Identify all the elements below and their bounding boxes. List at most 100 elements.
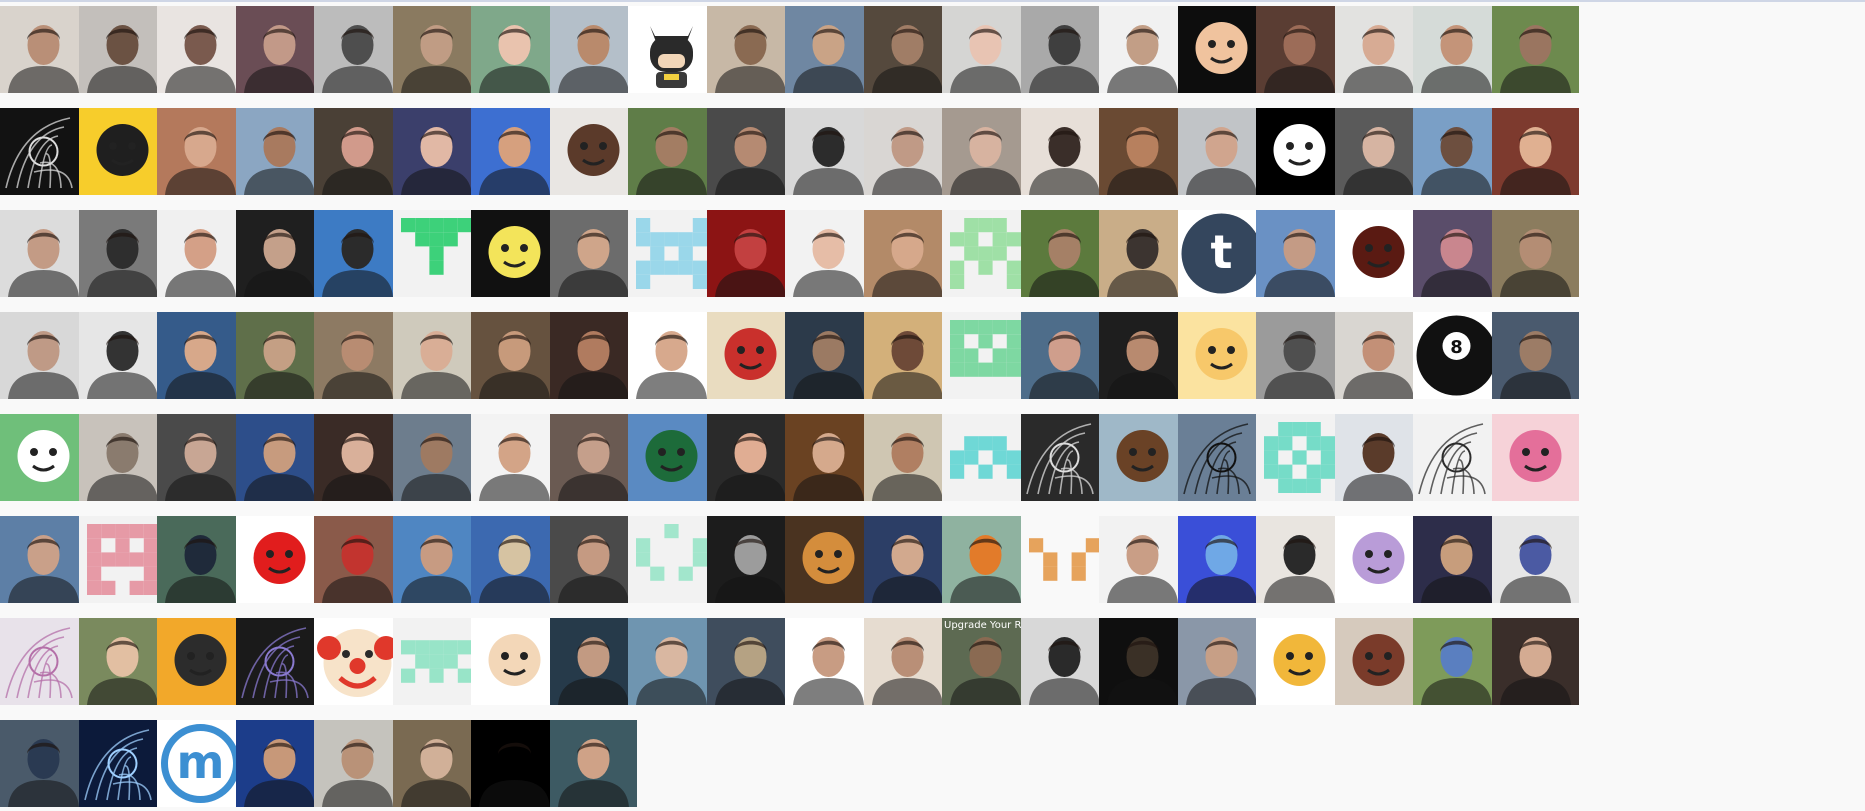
identicon-avatar[interactable] [79,516,166,603]
user-avatar[interactable] [1178,6,1265,93]
user-avatar[interactable] [1256,108,1343,195]
user-avatar[interactable] [1099,210,1186,297]
user-avatar[interactable] [1256,210,1343,297]
user-avatar[interactable] [79,618,166,705]
user-avatar[interactable] [1413,6,1500,93]
user-avatar[interactable] [707,414,794,501]
user-avatar[interactable] [236,6,323,93]
user-avatar[interactable] [864,312,951,399]
user-avatar[interactable] [157,312,244,399]
user-avatar[interactable] [0,6,87,93]
user-avatar[interactable] [1335,6,1422,93]
user-avatar[interactable] [707,516,794,603]
user-avatar[interactable] [707,210,794,297]
user-avatar[interactable] [864,108,951,195]
logo-avatar[interactable]: 8 [1413,312,1500,399]
identicon-avatar[interactable] [628,516,715,603]
user-avatar[interactable] [550,312,637,399]
user-avatar[interactable] [1256,312,1343,399]
user-avatar[interactable] [1178,108,1265,195]
user-avatar[interactable] [1335,618,1422,705]
user-avatar[interactable] [471,108,558,195]
user-avatar[interactable] [1021,210,1108,297]
user-avatar[interactable] [1492,6,1579,93]
user-avatar[interactable] [550,618,637,705]
user-avatar[interactable] [550,108,637,195]
user-avatar[interactable] [864,414,951,501]
logo-avatar[interactable]: t [1178,210,1265,297]
identicon-avatar[interactable] [1021,516,1108,603]
user-avatar[interactable] [157,6,244,93]
user-avatar[interactable] [1335,108,1422,195]
user-avatar[interactable] [79,6,166,93]
identicon-avatar[interactable] [942,312,1029,399]
user-avatar[interactable] [1335,312,1422,399]
user-avatar[interactable] [628,312,715,399]
user-avatar[interactable] [1492,312,1579,399]
user-avatar[interactable] [1178,516,1265,603]
user-avatar[interactable] [236,516,323,603]
user-avatar[interactable] [864,516,951,603]
user-avatar[interactable] [942,6,1029,93]
user-avatar[interactable] [471,6,558,93]
user-avatar[interactable] [79,720,166,807]
user-avatar[interactable] [471,720,558,807]
identicon-avatar[interactable] [393,210,480,297]
user-avatar[interactable] [471,414,558,501]
user-avatar[interactable] [550,414,637,501]
user-avatar[interactable]: Upgrade Your Ram [942,618,1029,705]
user-avatar[interactable] [550,720,637,807]
user-avatar[interactable] [1335,414,1422,501]
user-avatar[interactable] [314,414,401,501]
identicon-avatar[interactable] [942,210,1029,297]
user-avatar[interactable] [707,6,794,93]
user-avatar[interactable] [0,414,87,501]
user-avatar[interactable] [1413,516,1500,603]
user-avatar[interactable] [864,6,951,93]
logo-avatar[interactable]: m [157,720,244,807]
identicon-avatar[interactable] [1256,414,1343,501]
user-avatar[interactable] [1021,312,1108,399]
user-avatar[interactable] [393,720,480,807]
user-avatar[interactable] [785,210,872,297]
user-avatar[interactable] [550,210,637,297]
user-avatar[interactable] [79,414,166,501]
user-avatar[interactable] [1178,618,1265,705]
user-avatar[interactable] [393,312,480,399]
user-avatar[interactable] [785,414,872,501]
identicon-avatar[interactable] [393,618,480,705]
user-avatar[interactable] [79,108,166,195]
user-avatar[interactable] [0,312,87,399]
user-avatar[interactable] [236,108,323,195]
user-avatar[interactable] [236,618,323,705]
user-avatar[interactable] [1256,618,1343,705]
user-avatar[interactable] [785,312,872,399]
user-avatar[interactable] [0,618,87,705]
user-avatar[interactable] [314,210,401,297]
user-avatar[interactable] [79,312,166,399]
user-avatar[interactable] [0,108,87,195]
user-avatar[interactable] [236,312,323,399]
user-avatar[interactable] [1021,414,1108,501]
user-avatar[interactable] [1492,210,1579,297]
user-avatar[interactable] [157,108,244,195]
user-avatar[interactable] [1335,210,1422,297]
user-avatar[interactable] [236,414,323,501]
user-avatar[interactable] [157,516,244,603]
user-avatar[interactable] [157,210,244,297]
user-avatar[interactable] [236,720,323,807]
user-avatar[interactable] [393,414,480,501]
user-avatar[interactable] [314,618,401,705]
user-avatar[interactable] [942,108,1029,195]
user-avatar[interactable] [1021,108,1108,195]
user-avatar[interactable] [628,618,715,705]
user-avatar[interactable] [471,618,558,705]
user-avatar[interactable] [785,618,872,705]
user-avatar[interactable] [1335,516,1422,603]
user-avatar[interactable] [1413,108,1500,195]
user-avatar[interactable] [0,516,87,603]
user-avatar[interactable] [1256,516,1343,603]
user-avatar[interactable] [314,516,401,603]
identicon-avatar[interactable] [942,414,1029,501]
user-avatar[interactable] [471,210,558,297]
